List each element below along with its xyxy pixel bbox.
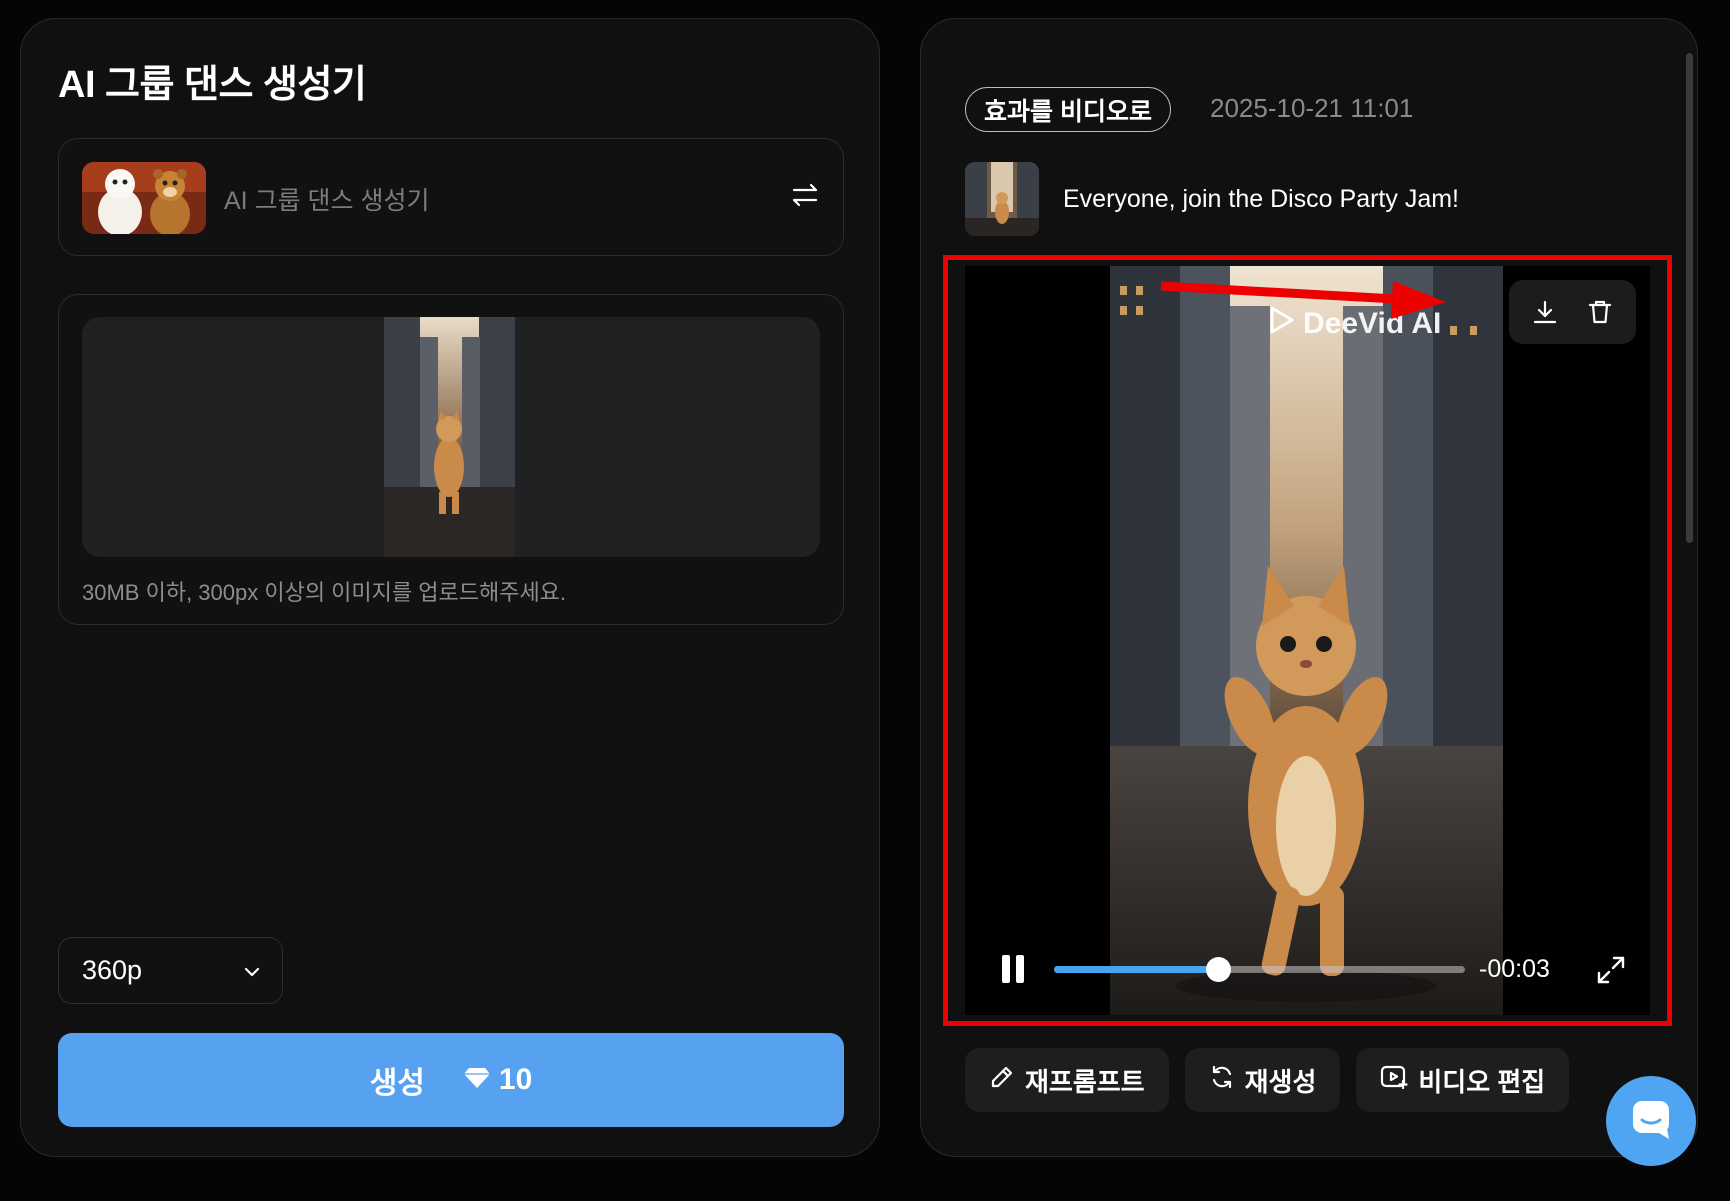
regenerate-button[interactable]: 재생성: [1184, 1048, 1341, 1112]
prompt-text: Everyone, join the Disco Party Jam!: [1063, 185, 1459, 213]
page-title: AI 그룹 댄스 생성기: [58, 64, 367, 106]
chevron-down-icon: [242, 962, 262, 982]
upload-preview-area[interactable]: [82, 317, 820, 557]
reprompt-label: 재프롬프트: [1025, 1066, 1145, 1097]
generator-panel: AI 그룹 댄스 생성기 AI 그룹 댄스 생성기 30MB 이하, 300px…: [20, 18, 880, 1157]
regenerate-label: 재생성: [1244, 1066, 1317, 1097]
effect-selector[interactable]: AI 그룹 댄스 생성기: [58, 138, 844, 256]
resolution-value: 360p: [82, 955, 143, 985]
diamond-icon: [463, 1063, 491, 1097]
download-icon[interactable]: [1525, 292, 1565, 332]
generate-button[interactable]: 생성 10: [58, 1033, 844, 1127]
credit-amount: 10: [498, 1063, 533, 1096]
generate-label: 생성: [369, 1067, 425, 1100]
result-actions: 재프롬프트 재생성 비디오 편집: [965, 1048, 1570, 1112]
chat-widget-button[interactable]: [1606, 1076, 1696, 1166]
pause-icon[interactable]: [999, 953, 1027, 985]
progress-fill: [1054, 966, 1219, 973]
progress-bar[interactable]: [1054, 957, 1465, 982]
credit-cost: 10: [463, 1063, 532, 1097]
upload-hint: 30MB 이하, 300px 이상의 이미지를 업로드해주세요.: [82, 580, 567, 605]
reprompt-button[interactable]: 재프롬프트: [965, 1048, 1169, 1112]
scrollbar[interactable]: [1686, 53, 1693, 543]
watermark-text: DeeVid AI: [1303, 307, 1442, 340]
edit-video-label: 비디오 편집: [1418, 1066, 1546, 1097]
image-upload-box[interactable]: 30MB 이하, 300px 이상의 이미지를 업로드해주세요.: [58, 294, 844, 625]
video-actions: [1509, 280, 1636, 344]
swap-arrows-icon[interactable]: [789, 179, 821, 211]
uploaded-image: [384, 317, 515, 557]
play-logo-icon: [1267, 304, 1297, 344]
trash-icon[interactable]: [1580, 292, 1620, 332]
video-frame: [1110, 266, 1503, 1015]
prompt-thumbnail: [965, 162, 1039, 236]
result-panel: 효과를 비디오로 2025-10-21 11:01 Everyone, join…: [920, 18, 1698, 1157]
refresh-icon: [1209, 1064, 1235, 1097]
effect-type-badge: 효과를 비디오로: [965, 87, 1171, 132]
timestamp: 2025-10-21 11:01: [1210, 93, 1414, 123]
effect-thumbnail: [82, 162, 206, 234]
effect-name: AI 그룹 댄스 생성기: [224, 187, 430, 215]
pencil-icon: [989, 1064, 1015, 1097]
edit-video-button[interactable]: 비디오 편집: [1356, 1048, 1570, 1112]
chat-icon: [1629, 1097, 1673, 1146]
time-remaining: -00:03: [1479, 955, 1550, 983]
fullscreen-icon[interactable]: [1595, 954, 1627, 986]
video-player[interactable]: DeeVid AI -00:03: [965, 266, 1650, 1015]
video-edit-icon: [1380, 1064, 1408, 1097]
watermark: DeeVid AI: [1267, 304, 1441, 344]
resolution-select[interactable]: 360p: [58, 937, 283, 1004]
